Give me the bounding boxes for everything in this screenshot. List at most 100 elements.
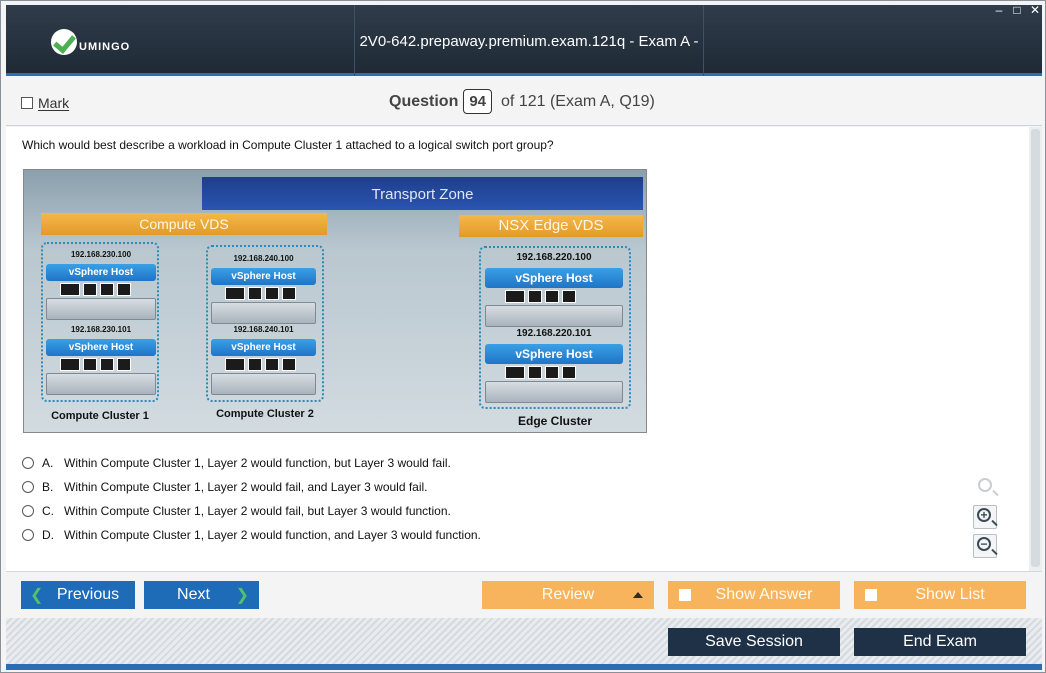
checkbox-icon[interactable] [865,589,877,601]
host-icons [505,290,623,303]
vertical-scrollbar[interactable] [1029,127,1042,571]
logo-check-icon [51,29,77,55]
grid-icon [117,283,131,296]
host-icons [60,358,156,371]
host-icons [60,283,156,296]
question-number-field[interactable]: 94 [463,89,493,114]
question-of-text: of 121 (Exam A, Q19) [501,92,655,110]
radio-icon[interactable] [22,481,34,493]
checkbox-icon[interactable] [21,97,33,109]
host-label: vSphere Host [211,268,316,285]
zoom-reset-icon[interactable] [975,476,999,500]
cluster-label: Compute Cluster 2 [216,408,314,420]
minimize-icon[interactable]: – [993,3,1005,17]
server-icon [211,302,316,324]
chevron-right-icon: ❯ [235,587,249,604]
host-ip: 192.168.220.100 [516,252,592,263]
show-answer-toggle[interactable]: Show Answer [668,581,840,609]
switch-icon [60,358,80,371]
window-controls: – □ ✕ [993,3,1041,17]
router-icon [545,290,559,303]
radio-icon[interactable] [22,505,34,517]
title-divider [703,5,704,76]
question-text: Which would best describe a workload in … [22,138,554,152]
close-icon[interactable]: ✕ [1029,3,1041,17]
navigation-bar: ❮ Previous Next ❯ Review Show Answer Sho… [6,571,1042,618]
firewall-icon [83,283,97,296]
zoom-in-symbol: + [980,508,988,522]
vsphere-host: 192.168.220.100 vSphere Host [485,252,623,327]
review-button[interactable]: Review [482,581,654,609]
answer-text[interactable]: Within Compute Cluster 1, Layer 2 would … [64,504,451,518]
host-ip: 192.168.230.100 [70,250,132,259]
maximize-icon[interactable]: □ [1011,3,1023,17]
answer-option-c[interactable]: C. Within Compute Cluster 1, Layer 2 wou… [22,499,481,523]
firewall-icon [83,358,97,371]
grid-icon [562,290,576,303]
answer-letter: A. [42,456,54,470]
host-icons [225,287,316,300]
save-session-button[interactable]: Save Session [668,628,840,656]
switch-icon [225,287,245,300]
server-icon [485,381,623,403]
zoom-out-icon[interactable]: − [973,534,997,558]
next-label: Next [177,586,210,603]
answer-text[interactable]: Within Compute Cluster 1, Layer 2 would … [64,456,451,470]
show-answer-label: Show Answer [715,586,813,603]
server-icon [211,373,316,395]
cluster-label: Compute Cluster 1 [51,410,149,422]
grid-icon [282,287,296,300]
switch-icon [505,366,525,379]
next-button[interactable]: Next ❯ [144,581,259,609]
review-label: Review [541,586,595,603]
vsphere-host: 192.168.220.101 vSphere Host [485,328,623,403]
transport-zone-bar: Transport Zone [202,177,643,210]
action-bar: Save Session End Exam [6,618,1042,664]
switch-icon [225,358,245,371]
radio-icon[interactable] [22,457,34,469]
show-list-label: Show List [915,586,985,603]
mark-checkbox[interactable]: Mark [21,95,69,111]
answer-option-d[interactable]: D. Within Compute Cluster 1, Layer 2 wou… [22,523,481,547]
logo-text: UMINGO [79,41,131,53]
host-icons [505,366,623,379]
host-label: vSphere Host [46,339,156,356]
host-ip: 192.168.240.101 [233,325,294,334]
title-bar: UMINGO 2V0-642.prepaway.premium.exam.121… [6,5,1042,124]
compute-vds-bar: Compute VDS [41,213,327,235]
answer-option-a[interactable]: A. Within Compute Cluster 1, Layer 2 wou… [22,451,481,475]
server-icon [46,298,156,320]
question-label: Question [389,92,459,110]
chevron-left-icon: ❮ [30,587,44,604]
radio-icon[interactable] [22,529,34,541]
mark-label[interactable]: Mark [38,95,69,111]
answer-text[interactable]: Within Compute Cluster 1, Layer 2 would … [64,528,481,542]
edge-vds-bar: NSX Edge VDS [459,215,643,237]
answer-option-b[interactable]: B. Within Compute Cluster 1, Layer 2 wou… [22,475,481,499]
router-icon [100,283,114,296]
grid-icon [282,358,296,371]
host-label: vSphere Host [211,339,316,356]
host-label: vSphere Host [46,264,156,281]
host-ip: 192.168.240.100 [233,254,294,263]
answer-letter: D. [42,528,54,542]
show-list-toggle[interactable]: Show List [854,581,1026,609]
scrollbar-thumb[interactable] [1031,129,1040,567]
host-ip: 192.168.230.101 [70,325,132,334]
switch-icon [505,290,525,303]
footer-accent [6,664,1042,670]
vsphere-host: 192.168.240.101 vSphere Host [211,325,316,395]
checkbox-icon[interactable] [679,589,691,601]
network-diagram: Transport Zone Compute VDS NSX Edge VDS … [23,169,647,433]
router-icon [265,287,279,300]
vsphere-host: 192.168.240.100 vSphere Host [211,254,316,324]
host-ip: 192.168.220.101 [516,328,592,339]
server-icon [485,305,623,327]
end-exam-button[interactable]: End Exam [854,628,1026,656]
previous-button[interactable]: ❮ Previous [21,581,135,609]
server-icon [46,373,156,395]
app-window: UMINGO 2V0-642.prepaway.premium.exam.121… [0,0,1046,673]
zoom-in-icon[interactable]: + [973,505,997,529]
answer-text[interactable]: Within Compute Cluster 1, Layer 2 would … [64,480,428,494]
firewall-icon [528,290,542,303]
